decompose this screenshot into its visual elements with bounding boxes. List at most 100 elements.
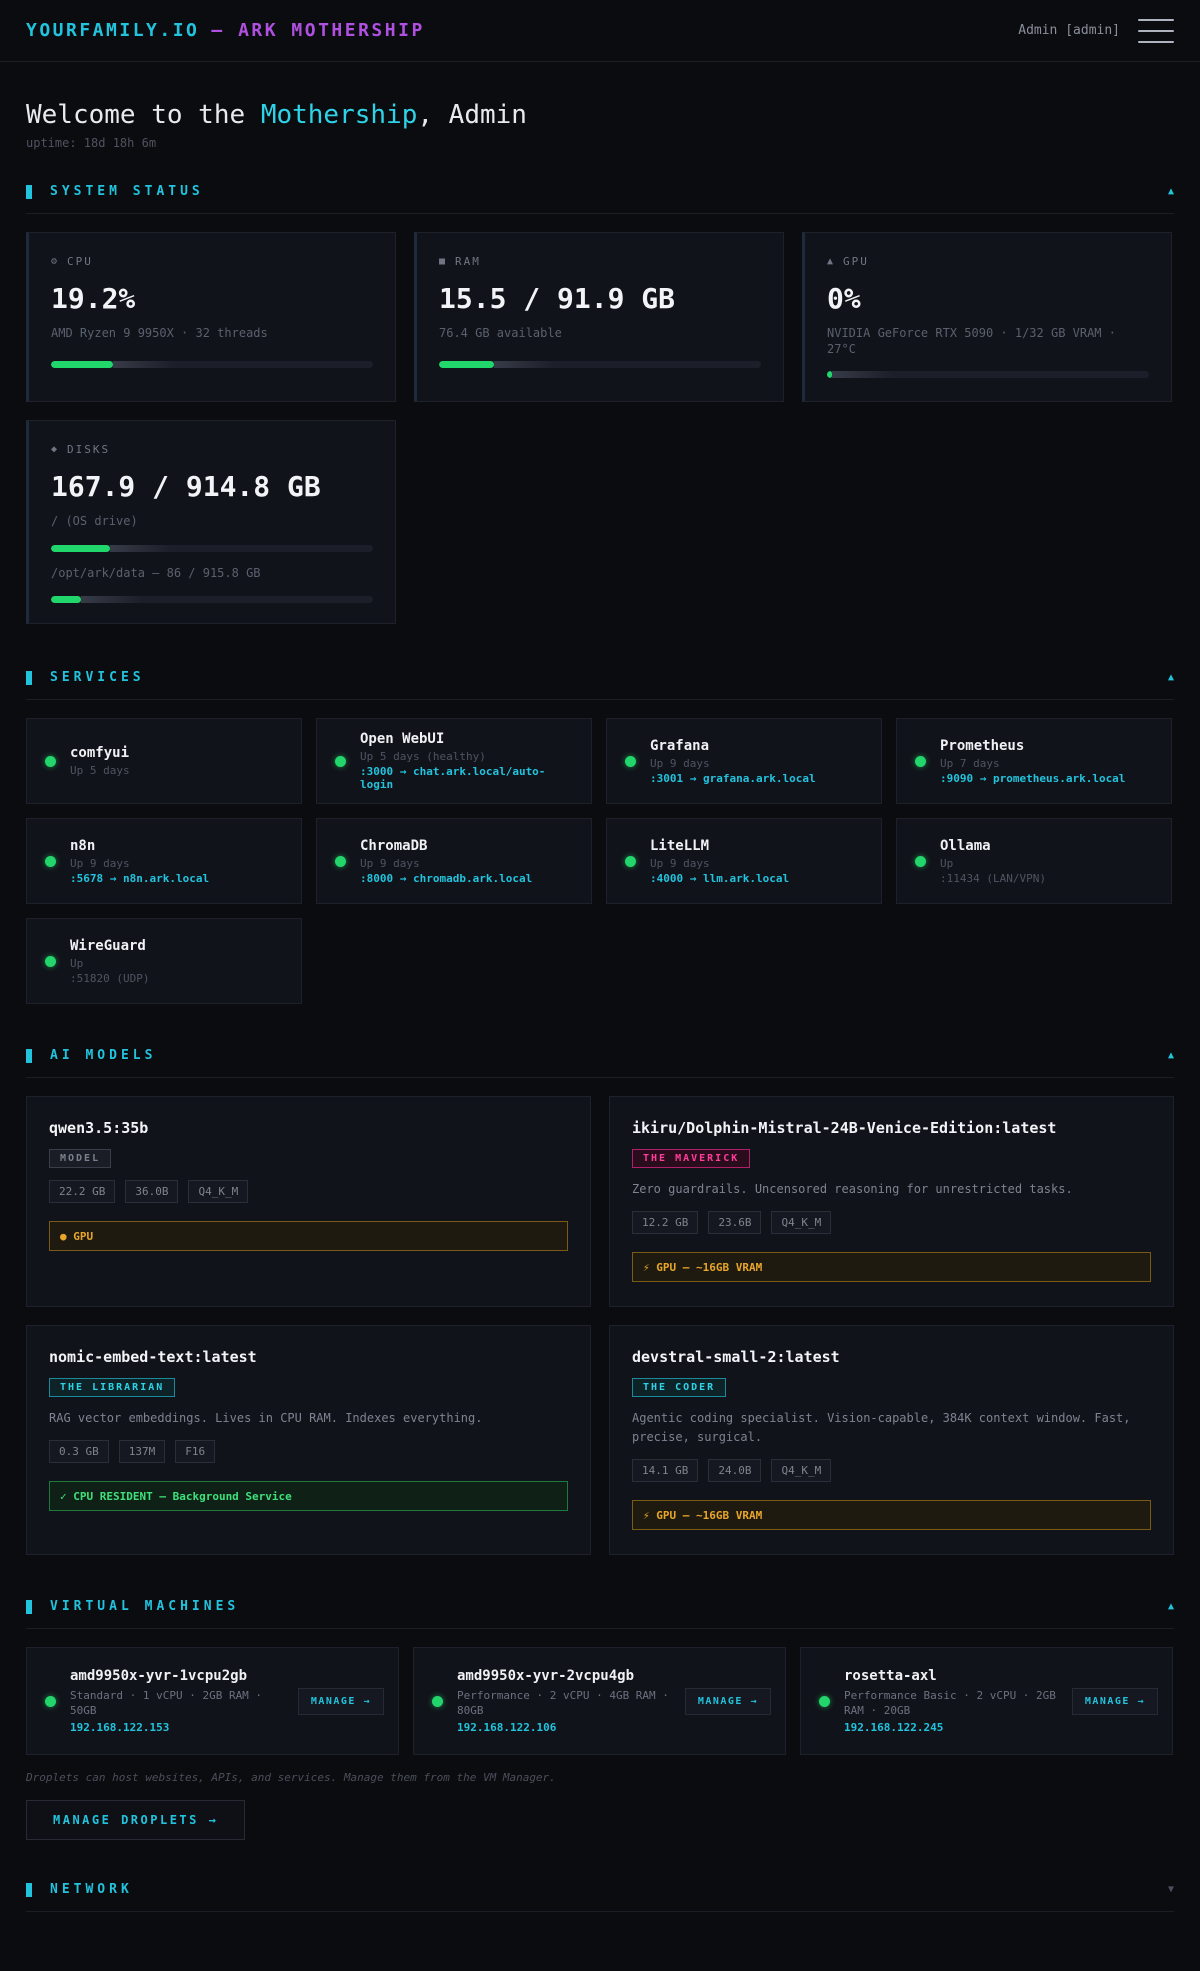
section-header-services[interactable]: SERVICES ▲ — [26, 670, 1174, 700]
service-card-prometheus[interactable]: Prometheus Up 7 days:9090 → prometheus.ar… — [896, 718, 1172, 804]
section-title: AI MODELS — [50, 1048, 157, 1063]
model-tag: 23.6B — [708, 1211, 762, 1234]
vm-ip[interactable]: 192.168.122.245 — [844, 1721, 1072, 1734]
service-info: WireGuard Up:51820 (UDP) — [70, 938, 149, 985]
vm-info: amd9950x-yvr-1vcpu2gb Standard · 1 vCPU ·… — [70, 1668, 298, 1734]
disks-secondary-progress — [51, 596, 373, 603]
service-link[interactable]: :3001 → grafana.ark.local — [650, 772, 816, 785]
disks-progress — [51, 545, 373, 552]
model-description: RAG vector embeddings. Lives in CPU RAM.… — [49, 1411, 483, 1425]
service-card-grafana[interactable]: Grafana Up 9 days :3001 → grafana.ark.loca… — [606, 718, 882, 804]
section-marker — [26, 1048, 32, 1063]
service-link[interactable]: :4000 → llm.ark.local — [650, 872, 789, 885]
brand-logo[interactable]: YOURFAMILY.IO — ARK MOTHERSHIP — [26, 20, 425, 41]
model-card: nomic-embed-text:latest THE LIBRARIAN RAG … — [26, 1325, 591, 1555]
model-tags: 22.2 GB 36.0B Q4_K_M — [49, 1180, 568, 1203]
section-title: NETWORK — [50, 1882, 133, 1897]
service-name: WireGuard — [70, 937, 146, 954]
service-card-chromadb[interactable]: ChromaDB Up 9 days:8000 → chromadb.ark.lo… — [316, 818, 592, 904]
service-card-open-webui[interactable]: Open WebUI Up 5 days (healthy):3000 → cha… — [316, 718, 592, 804]
service-name: Grafana — [650, 737, 710, 754]
menu-icon[interactable] — [1138, 17, 1174, 45]
chevron-up-icon[interactable]: ▲ — [1168, 186, 1174, 197]
service-status: Up — [70, 956, 84, 970]
service-link[interactable]: :9090 → prometheus.ark.local — [940, 772, 1125, 785]
progress-fill — [51, 361, 113, 368]
service-port: :11434 (LAN/VPN) — [940, 871, 1046, 885]
model-tag: 137M — [118, 1440, 166, 1463]
service-status: Up 9 days — [650, 856, 710, 870]
service-link[interactable]: :5678 → n8n.ark.local — [70, 872, 209, 885]
gpu-progress — [827, 371, 1149, 378]
model-tag: 0.3 GB — [49, 1440, 109, 1463]
vm-name: rosetta-axl — [844, 1668, 937, 1684]
progress-fade — [831, 371, 892, 378]
manage-vm-button[interactable]: MANAGE → — [1071, 1687, 1158, 1715]
vm-card: amd9950x-yvr-2vcpu4gb Performance · 2 vCP… — [413, 1647, 786, 1755]
model-card: ikiru/Dolphin-Mistral-24B-Venice-Edition… — [609, 1096, 1174, 1307]
model-tag: Q4_K_M — [188, 1180, 249, 1203]
model-card: devstral-small-2:latest THE CODER Agentic … — [609, 1325, 1174, 1555]
model-tag: F16 — [175, 1440, 216, 1463]
vm-ip[interactable]: 192.168.122.106 — [457, 1721, 685, 1734]
ram-sub: 76.4 GB available — [439, 326, 562, 340]
model-badge: MODEL — [49, 1149, 112, 1168]
manage-vm-button[interactable]: MANAGE → — [684, 1687, 771, 1715]
chevron-up-icon[interactable]: ▲ — [1168, 672, 1174, 683]
service-card-comfyui[interactable]: comfyui Up 5 days — [26, 718, 302, 804]
section-title: VIRTUAL MACHINES — [50, 1599, 240, 1614]
model-card: qwen3.5:35b MODEL 22.2 GB 36.0B Q4_K_M ● GPU — [26, 1096, 591, 1307]
model-tag: Q4_K_M — [771, 1459, 832, 1482]
progress-fill — [51, 596, 82, 603]
manage-vm-button[interactable]: MANAGE → — [297, 1687, 384, 1715]
gpu-card: ▲ GPU 0% NVIDIA GeForce RTX 5090 · 1/32 G… — [802, 232, 1172, 402]
model-badge: THE CODER — [632, 1378, 727, 1397]
status-dot — [45, 955, 56, 967]
model-runtime-bar: ✓ CPU RESIDENT — Background Service — [49, 1481, 568, 1511]
section-header-ai-models[interactable]: AI MODELS ▲ — [26, 1048, 1174, 1078]
vm-card: amd9950x-yvr-1vcpu2gb Standard · 1 vCPU ·… — [26, 1647, 399, 1755]
progress-fill — [51, 545, 111, 552]
service-card-litellm[interactable]: LiteLLM Up 9 days :4000 → llm.ark.local — [606, 818, 882, 904]
progress-fill — [439, 361, 494, 368]
manage-droplets-button[interactable]: MANAGE DROPLETS → — [26, 1800, 246, 1840]
welcome-suffix: , Admin — [417, 100, 527, 130]
ram-label: RAM — [455, 255, 481, 268]
user-label[interactable]: Admin [admin] — [1018, 23, 1120, 38]
chevron-down-icon[interactable]: ▼ — [1168, 1884, 1174, 1895]
section-header-network[interactable]: NETWORK ▼ — [26, 1882, 1174, 1912]
brand-secondary: — ARK MOTHERSHIP — [211, 20, 425, 41]
model-badge: THE MAVERICK — [632, 1149, 751, 1168]
models-grid: qwen3.5:35b MODEL 22.2 GB 36.0B Q4_K_M ● GPU i… — [26, 1096, 1174, 1555]
section-header-system-status[interactable]: SYSTEM STATUS ▲ — [26, 184, 1174, 214]
status-grid: ⚙ CPU 19.2% AMD Ryzen 9 9950X · 32 thread… — [26, 232, 1174, 624]
section-header-virtual-machines[interactable]: VIRTUAL MACHINES ▲ — [26, 1599, 1174, 1629]
service-info: Prometheus Up 7 days:9090 → prometheus.ar… — [940, 738, 1125, 785]
service-card-ollama[interactable]: Ollama Up:11434 (LAN/VPN) — [896, 818, 1172, 904]
status-dot — [819, 1695, 830, 1707]
status-dot — [335, 855, 346, 867]
service-status: Up 9 days — [650, 756, 710, 770]
section-marker — [26, 670, 32, 685]
disks-card: ◆ DISKS 167.9 / 914.8 GB / (OS drive) /op… — [26, 420, 396, 624]
service-card-n8n[interactable]: n8n Up 9 days:5678 → n8n.ark.local — [26, 818, 302, 904]
model-description: Zero guardrails. Uncensored reasoning fo… — [632, 1182, 1073, 1196]
model-tag: 12.2 GB — [632, 1211, 699, 1234]
model-tags: 14.1 GB 24.0B Q4_K_M — [632, 1459, 1151, 1482]
services-grid: comfyui Up 5 days Open WebUI Up 5 days (hea… — [26, 718, 1174, 1004]
vm-ip[interactable]: 192.168.122.153 — [70, 1721, 298, 1734]
ram-card: ■ RAM 15.5 / 91.9 GB 76.4 GB available — [414, 232, 784, 402]
model-tag: 36.0B — [125, 1180, 179, 1203]
service-link[interactable]: :8000 → chromadb.ark.local — [360, 872, 532, 885]
model-badge: THE LIBRARIAN — [49, 1378, 176, 1397]
chevron-up-icon[interactable]: ▲ — [1168, 1050, 1174, 1061]
top-bar: YOURFAMILY.IO — ARK MOTHERSHIP Admin [ad… — [0, 0, 1200, 62]
chevron-up-icon[interactable]: ▲ — [1168, 1601, 1174, 1612]
square-icon: ■ — [439, 256, 448, 267]
service-card-wireguard[interactable]: WireGuard Up:51820 (UDP) — [26, 918, 302, 1004]
status-dot — [45, 855, 56, 867]
service-status: Up 9 days — [360, 856, 420, 870]
service-name: LiteLLM — [650, 837, 710, 854]
service-link[interactable]: :3000 → chat.ark.local/auto-login — [360, 765, 577, 791]
section-marker — [26, 184, 32, 199]
